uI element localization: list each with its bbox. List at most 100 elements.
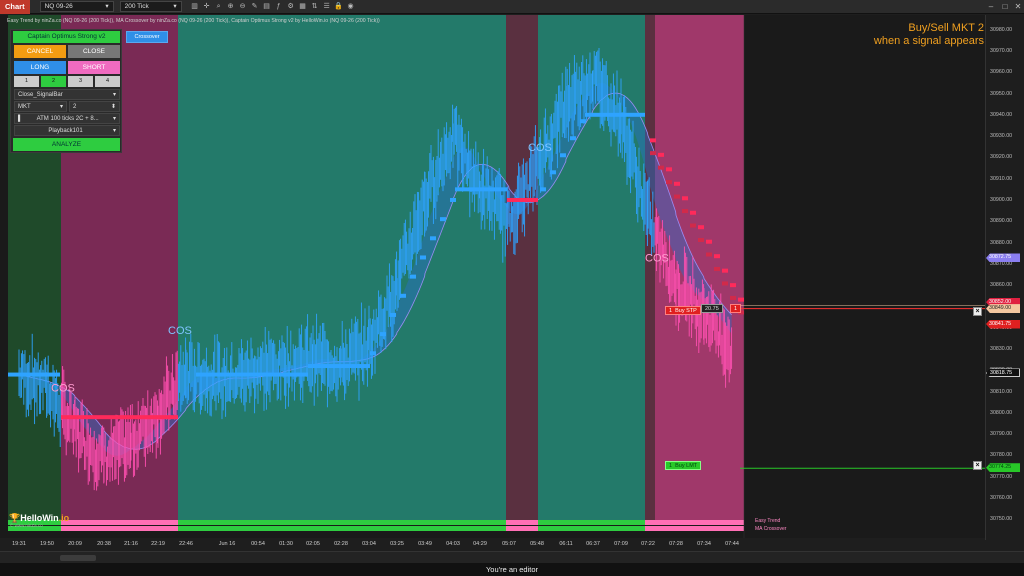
position-pl-badge[interactable]: 20.75 [701,304,723,313]
cancel-button[interactable]: CANCEL [14,45,66,58]
cos-signal-label: COS [168,325,192,337]
minimize-icon[interactable]: – [985,1,997,12]
price-tick-label: 30810.00 [990,388,1013,395]
cancel-stop-order-icon[interactable]: × [973,307,982,316]
trophy-icon: 🏆 [9,513,21,523]
cos-signal-label: COS [51,383,75,395]
trend-trail-dash [698,238,704,243]
quantity-stepper[interactable]: 2 ⬍ [69,101,120,112]
slot-2-button[interactable]: 2 [41,76,66,87]
time-tick-label: 03:04 [362,541,376,547]
instrument-selector[interactable]: NQ 09-26 ▾ [39,1,114,12]
easy-trend-bar [61,520,178,525]
slot-3-button[interactable]: 3 [68,76,93,87]
drawing-icon[interactable]: ✎ [250,2,260,12]
lock-icon[interactable]: 🔒 [334,2,344,12]
short-button[interactable]: SHORT [68,61,120,74]
order-type-select[interactable]: MKT ▾ [14,101,67,112]
chevron-down-icon: ▾ [112,92,116,98]
time-tick-label: 20:09 [68,541,82,547]
trend-trail-dash [380,332,386,337]
price-tick-label: 30930.00 [990,133,1013,140]
ma-crossover-bar [506,526,538,531]
signal-mode-select[interactable]: Close_SignalBar ▾ [14,89,120,100]
price-tick-label: 30790.00 [990,431,1013,438]
trend-trail-dash [666,180,672,185]
buy-limit-order[interactable]: 1 Buy LMT [665,461,702,470]
price-tick-label: 30960.00 [990,69,1013,76]
trend-trail-dash [650,138,656,143]
cos-signal-label: COS [528,142,552,154]
trend-zone [178,15,506,523]
chart-window: Chart NQ 09-26 ▾ 200 Tick ▾ ▥ ✛ ⌕ ⊕ ⊖ ✎ ▤ ƒ ⚙ ▦ ⇅ ☰ 🔒 ◉… [0,0,1024,576]
properties-icon[interactable]: ☰ [322,2,332,12]
cancel-limit-order-icon[interactable]: × [973,461,982,470]
magnifier-icon[interactable]: ⌕ [214,2,224,12]
close-button[interactable]: CLOSE [68,45,120,58]
trend-step-line [585,112,645,117]
trend-trail-dash [714,266,720,271]
indicator-info-line: Easy Trend by ninZa.co (NQ 09-26 (200 Ti… [7,18,380,24]
price-tick-label: 30800.00 [990,409,1013,416]
trend-trail-dash [390,312,396,317]
trend-zone [645,15,655,523]
template-icon[interactable]: ▤ [262,2,272,12]
trend-step-line [455,187,507,192]
strategy-icon[interactable]: ⚙ [286,2,296,12]
time-axis[interactable]: 19:31 19:50 20:09 20:38 21:16 22:19 22:46 Jun 1… [0,538,985,550]
chart-tab[interactable]: Chart [0,0,30,14]
price-tick-label: 30890.00 [990,218,1013,225]
close-icon[interactable]: ✕ [1012,1,1024,12]
cos-signal-label: COS [645,253,669,265]
trend-trail-dash [730,295,736,300]
crossover-button[interactable]: Crossover [126,31,168,43]
slot-1-button[interactable]: 1 [14,76,39,87]
ma-crossover-bar [645,526,655,531]
analyze-button[interactable]: ANALYZE [13,138,120,151]
zoom-out-icon[interactable]: ⊖ [238,2,248,12]
trend-trail-dash [420,255,426,260]
easy-trend-bar [645,520,655,525]
atm-select[interactable]: ▌ ATM 100 ticks 2C + 8... ▾ [14,113,120,124]
time-tick-label: 05:07 [502,541,516,547]
chart-canvas[interactable]: COS COS COS COS [0,15,985,540]
zoom-in-icon[interactable]: ⊕ [226,2,236,12]
trend-trail-dash [430,236,436,241]
price-tick-label: 30770.00 [990,473,1013,480]
time-tick-label: 06:37 [586,541,600,547]
price-tick-label: 30760.00 [990,495,1013,502]
slot-4-button[interactable]: 4 [95,76,120,87]
price-chart[interactable]: COS COS COS COS [0,15,985,540]
logo-brand-b: .io [58,513,70,523]
price-tick-label: 30970.00 [990,47,1013,54]
trend-step-line [308,364,370,369]
long-button[interactable]: LONG [14,61,66,74]
trend-trail-dash [738,297,744,302]
snapshot-icon[interactable]: ◉ [346,2,356,12]
time-tick-label: 00:54 [251,541,265,547]
position-count-badge[interactable]: 1 [730,304,742,313]
bar-chart-icon[interactable]: ▥ [190,2,200,12]
easy-trend-bar [538,520,645,525]
buy-stop-label: Buy STP [675,308,697,314]
bar-type-selector[interactable]: 200 Tick ▾ [119,1,182,12]
time-tick-label: 02:05 [306,541,320,547]
account-value: Playback101 [48,128,83,134]
horizontal-scrollbar[interactable] [0,551,1024,563]
bar-type-value: 200 Tick [124,3,149,10]
trend-step-line [196,372,308,377]
price-axis[interactable]: 30980.00 30970.00 30960.00 30950.00 30940.00… [985,15,1024,540]
panel-title[interactable]: Captain Optimus Strong v2 [13,31,120,43]
buy-stop-order[interactable]: 1 Buy STP [665,306,701,315]
chevron-down-icon: ▾ [112,128,116,134]
maximize-icon[interactable]: □ [999,1,1011,12]
chart-trader-icon[interactable]: ⇅ [310,2,320,12]
data-box-icon[interactable]: ▦ [298,2,308,12]
signal-annotation: Buy/Sell MKT 2 when a signal appears [874,22,984,48]
crosshair-icon[interactable]: ✛ [202,2,212,12]
indicator-icon[interactable]: ƒ [274,2,284,12]
time-tick-label: 20:38 [97,541,111,547]
scrollbar-thumb[interactable] [60,555,96,561]
signal-mode-value: Close_SignalBar [18,92,63,98]
account-select[interactable]: Playback101 ▾ [14,125,120,136]
